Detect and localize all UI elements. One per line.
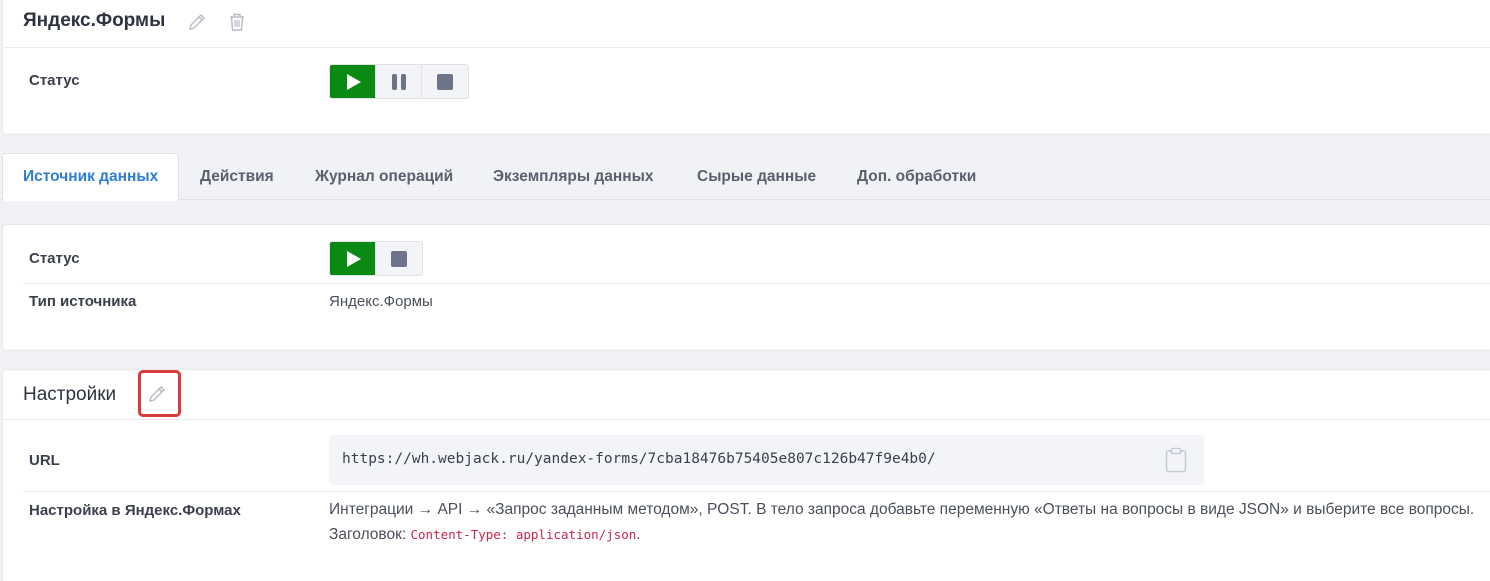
copy-url-button[interactable]: [1163, 447, 1189, 473]
row-divider: [23, 283, 1490, 284]
stop-icon: [437, 73, 453, 90]
pencil-icon: [189, 14, 205, 30]
pipeline-header: Яндекс.Формы: [3, 0, 1490, 48]
tab-data-instances[interactable]: Экземпляры данных: [493, 153, 653, 200]
stop-icon: [391, 250, 407, 267]
trash-icon: [230, 13, 244, 31]
source-status-controls: [329, 241, 423, 276]
source-type-value: Яндекс.Формы: [329, 293, 433, 310]
row-divider: [23, 491, 1490, 492]
tab-extra-processing[interactable]: Доп. обработки: [857, 153, 976, 200]
pause-icon: [391, 73, 406, 90]
settings-title: Настройки: [23, 384, 117, 405]
tab-raw-data[interactable]: Сырые данные: [697, 153, 816, 200]
url-field[interactable]: https://wh.webjack.ru/yandex-forms/7cba1…: [329, 435, 1204, 485]
tab-operations-log[interactable]: Журнал операций: [315, 153, 453, 200]
setup-description: Интеграции → API → «Запрос заданным мето…: [329, 497, 1479, 547]
tab-actions[interactable]: Действия: [200, 153, 274, 200]
pipeline-status-label: Статус: [29, 72, 80, 89]
play-icon: [347, 250, 361, 267]
pipeline-status-controls: [329, 64, 469, 99]
source-stop-button[interactable]: [376, 242, 422, 275]
source-play-button[interactable]: [330, 242, 376, 275]
pencil-icon: [149, 386, 165, 402]
delete-pipeline-button[interactable]: [224, 9, 250, 35]
setup-tail: .: [636, 526, 641, 543]
play-icon: [347, 73, 361, 90]
pipeline-header-panel: Яндекс.Формы Статус: [2, 0, 1490, 135]
pipeline-play-button[interactable]: [330, 65, 376, 98]
pipeline-title: Яндекс.Формы: [23, 10, 166, 31]
pipeline-pause-button[interactable]: [376, 65, 422, 98]
settings-panel: Настройки URL https://wh.webjack.ru/yand…: [2, 369, 1490, 581]
setup-label: Настройка в Яндекс.Формах: [29, 502, 241, 519]
clipboard-icon: [1165, 447, 1187, 473]
source-status-label: Статус: [29, 250, 80, 267]
url-label: URL: [29, 452, 60, 469]
data-source-panel: Статус Тип источника Яндекс.Формы: [2, 224, 1490, 351]
url-value[interactable]: https://wh.webjack.ru/yandex-forms/7cba1…: [342, 451, 936, 467]
edit-pipeline-button[interactable]: [184, 9, 210, 35]
settings-header: Настройки: [3, 370, 1490, 420]
tab-bar: Источник данных Действия Журнал операций…: [0, 153, 1490, 201]
tab-data-source[interactable]: Источник данных: [2, 153, 180, 201]
content-type-code: Content-Type: application/json: [410, 527, 637, 542]
source-type-label: Тип источника: [29, 293, 137, 310]
edit-settings-button[interactable]: [144, 381, 170, 407]
pipeline-stop-button[interactable]: [422, 65, 468, 98]
